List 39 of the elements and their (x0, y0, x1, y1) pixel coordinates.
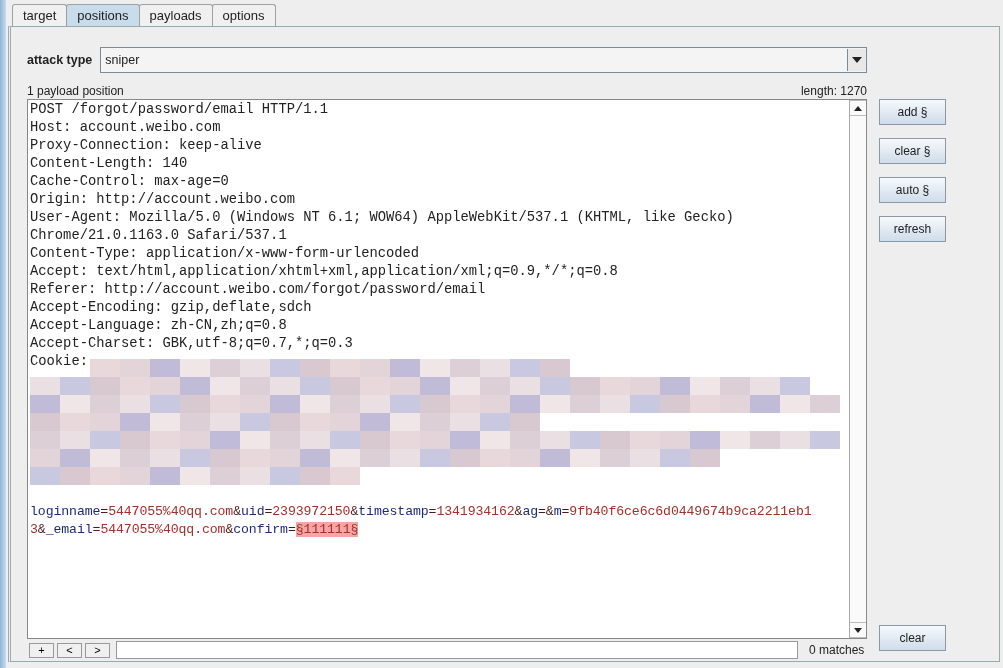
scroll-up-icon (854, 105, 862, 111)
dropdown-arrow-icon (852, 57, 862, 63)
search-nav-button[interactable]: + (29, 642, 54, 658)
action-button[interactable]: add § (879, 99, 946, 125)
attack-type-dropdown[interactable]: sniper (100, 47, 867, 73)
payload-count: 1 payload position (27, 84, 124, 98)
request-body-line: loginname=5447055%40qq.com&uid=2393972150&timestamp=1341934162&ag=&m=9fb40f6ce6c6d0449674b9ca2211eb1 (30, 503, 812, 521)
search-nav-button[interactable]: > (85, 642, 110, 658)
request-line: Accept-Encoding: gzip,deflate,sdch (30, 299, 312, 317)
scroll-down-icon (854, 627, 862, 633)
request-line: Content-Length: 140 (30, 155, 188, 173)
tab[interactable]: target (12, 4, 68, 26)
request-editor[interactable] (27, 99, 867, 639)
search-nav-button[interactable]: < (57, 642, 82, 658)
request-line: Accept-Language: zh-CN,zh;q=0.8 (30, 317, 287, 335)
match-count: 0 matches (809, 643, 865, 657)
action-button[interactable]: clear § (879, 138, 946, 164)
request-line: POST /forgot/password/email HTTP/1.1 (30, 101, 329, 119)
tab[interactable]: payloads (138, 4, 213, 26)
request-line: Cookie: (30, 353, 88, 371)
clear-button[interactable]: clear (879, 625, 946, 651)
request-line: Origin: http://account.weibo.com (30, 191, 295, 209)
request-length: length: 1270 (800, 84, 867, 98)
request-line: Accept: text/html,application/xhtml+xml,application/xml;q=0.9,*/*;q=0.8 (30, 263, 618, 281)
tab[interactable]: positions (66, 4, 140, 26)
request-line: Cache-Control: max-age=0 (30, 173, 229, 191)
action-button[interactable]: auto § (879, 177, 946, 203)
tab[interactable]: options (211, 4, 276, 26)
request-line: Proxy-Connection: keep-alive (30, 137, 262, 155)
request-line: Accept-Charset: GBK,utf-8;q=0.7,*;q=0.3 (30, 335, 353, 353)
request-line: Referer: http://account.weibo.com/forgot/password/email (30, 281, 486, 299)
scrollbar[interactable] (849, 100, 866, 638)
request-line: User-Agent: Mozilla/5.0 (Windows NT 6.1; WOW64) AppleWebKit/537.1 (KHTML, like Gecko) (30, 209, 734, 227)
search-field[interactable] (116, 641, 798, 659)
request-line: Chrome/21.0.1163.0 Safari/537.1 (30, 227, 287, 245)
attack-type-label: attack type (27, 53, 93, 67)
request-line: Host: account.weibo.com (30, 119, 221, 137)
request-line: Content-Type: application/x-www-form-urlencoded (30, 245, 420, 263)
action-button[interactable]: refresh (879, 216, 946, 242)
